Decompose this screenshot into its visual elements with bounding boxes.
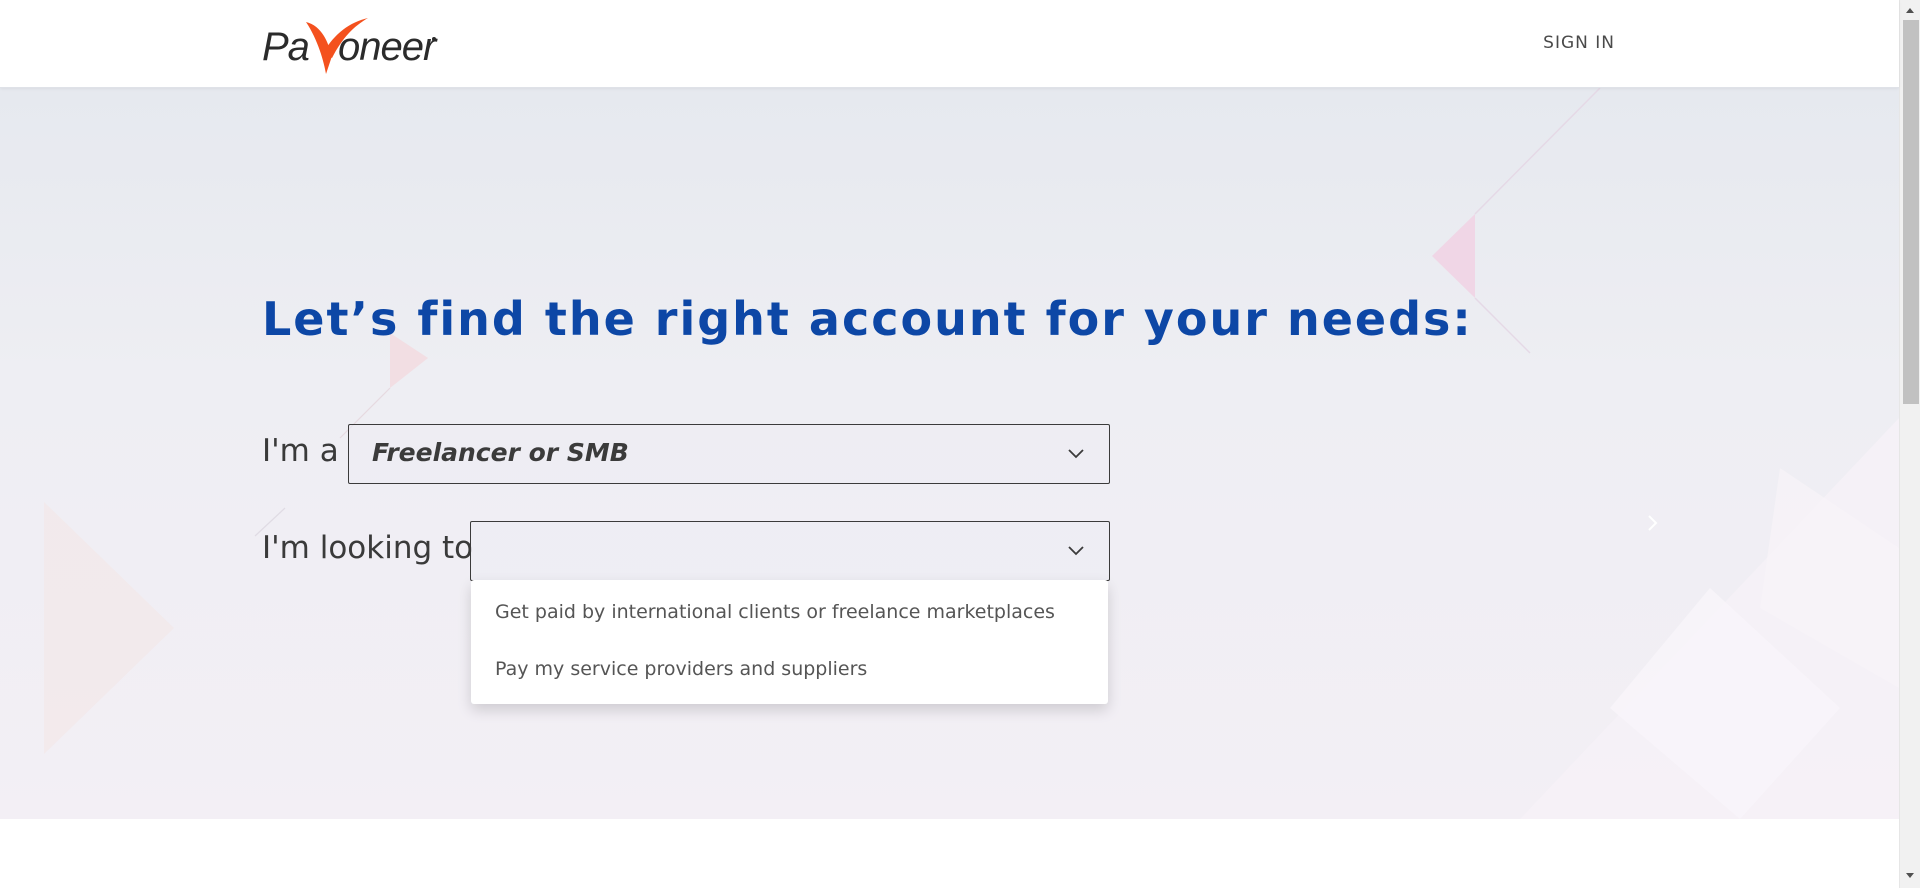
goal-dropdown-menu: Get paid by international clients or fre… bbox=[471, 580, 1108, 704]
svg-text:Pa: Pa bbox=[262, 25, 309, 69]
scroll-down-arrow-icon[interactable] bbox=[1905, 872, 1915, 880]
page-title: Let’s find the right account for your ne… bbox=[262, 292, 1473, 346]
page-scrollbar[interactable] bbox=[1899, 0, 1920, 888]
scrollbar-thumb[interactable] bbox=[1903, 20, 1919, 404]
svg-text:oneer: oneer bbox=[338, 25, 438, 69]
goal-option-pay-providers[interactable]: Pay my service providers and suppliers bbox=[495, 658, 867, 680]
account-type-select[interactable]: Freelancer or SMB bbox=[348, 424, 1110, 484]
scroll-up-arrow-icon[interactable] bbox=[1905, 6, 1915, 14]
top-navigation-bar: Pa oneer SIGN IN bbox=[0, 0, 1899, 88]
account-type-selected-value: Freelancer or SMB bbox=[372, 438, 629, 467]
chevron-down-icon bbox=[1068, 546, 1084, 556]
goal-option-get-paid[interactable]: Get paid by international clients or fre… bbox=[495, 601, 1055, 623]
account-type-label: I'm a bbox=[262, 433, 339, 469]
chevron-down-icon bbox=[1068, 449, 1084, 459]
payoneer-logo[interactable]: Pa oneer bbox=[262, 12, 442, 78]
hero-section: Let’s find the right account for your ne… bbox=[0, 88, 1899, 819]
goal-select[interactable] bbox=[470, 521, 1110, 581]
sign-in-link[interactable]: SIGN IN bbox=[1543, 33, 1615, 53]
chevron-right-icon bbox=[1648, 515, 1658, 531]
goal-label: I'm looking to bbox=[262, 530, 474, 566]
